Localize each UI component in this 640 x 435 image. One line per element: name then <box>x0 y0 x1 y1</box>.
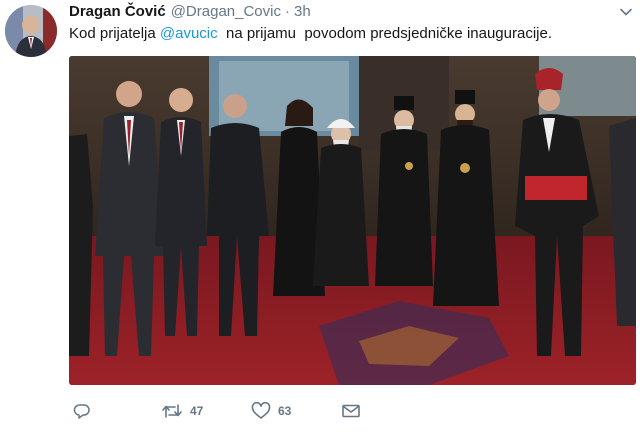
display-name[interactable]: Dragan Čović <box>69 3 166 20</box>
user-handle[interactable]: @Dragan_Covic <box>171 3 281 20</box>
retweet-button[interactable]: 47 <box>161 400 203 422</box>
timestamp-link[interactable]: 3h <box>294 3 311 20</box>
like-button[interactable]: 63 <box>251 400 291 422</box>
tweet-header: Dragan Čović @Dragan_Covic · 3h <box>69 3 311 23</box>
reply-icon <box>73 402 91 420</box>
heart-icon <box>251 402 271 420</box>
tweet[interactable]: Dragan Čović @Dragan_Covic · 3h Kod prij… <box>0 0 640 435</box>
envelope-icon <box>341 402 361 420</box>
chevron-down-icon[interactable] <box>619 5 633 19</box>
mention-link[interactable]: @avucic <box>160 25 218 42</box>
separator-dot: · <box>284 3 290 20</box>
reply-button[interactable] <box>73 400 91 422</box>
tweet-photo[interactable] <box>69 56 636 385</box>
profile-avatar[interactable] <box>5 5 57 57</box>
direct-message-button[interactable] <box>341 400 361 422</box>
like-count: 63 <box>278 404 292 418</box>
retweet-count: 47 <box>190 404 204 418</box>
tweet-actions: 47 63 <box>69 400 629 422</box>
tweet-text: Kod prijatelja @avucic na prijamu povodo… <box>69 25 552 42</box>
tweet-text-before: Kod prijatelja <box>69 25 160 42</box>
retweet-icon <box>161 402 183 420</box>
tweet-text-after: na prijamu povodom predsjedničke inaugur… <box>217 25 552 42</box>
